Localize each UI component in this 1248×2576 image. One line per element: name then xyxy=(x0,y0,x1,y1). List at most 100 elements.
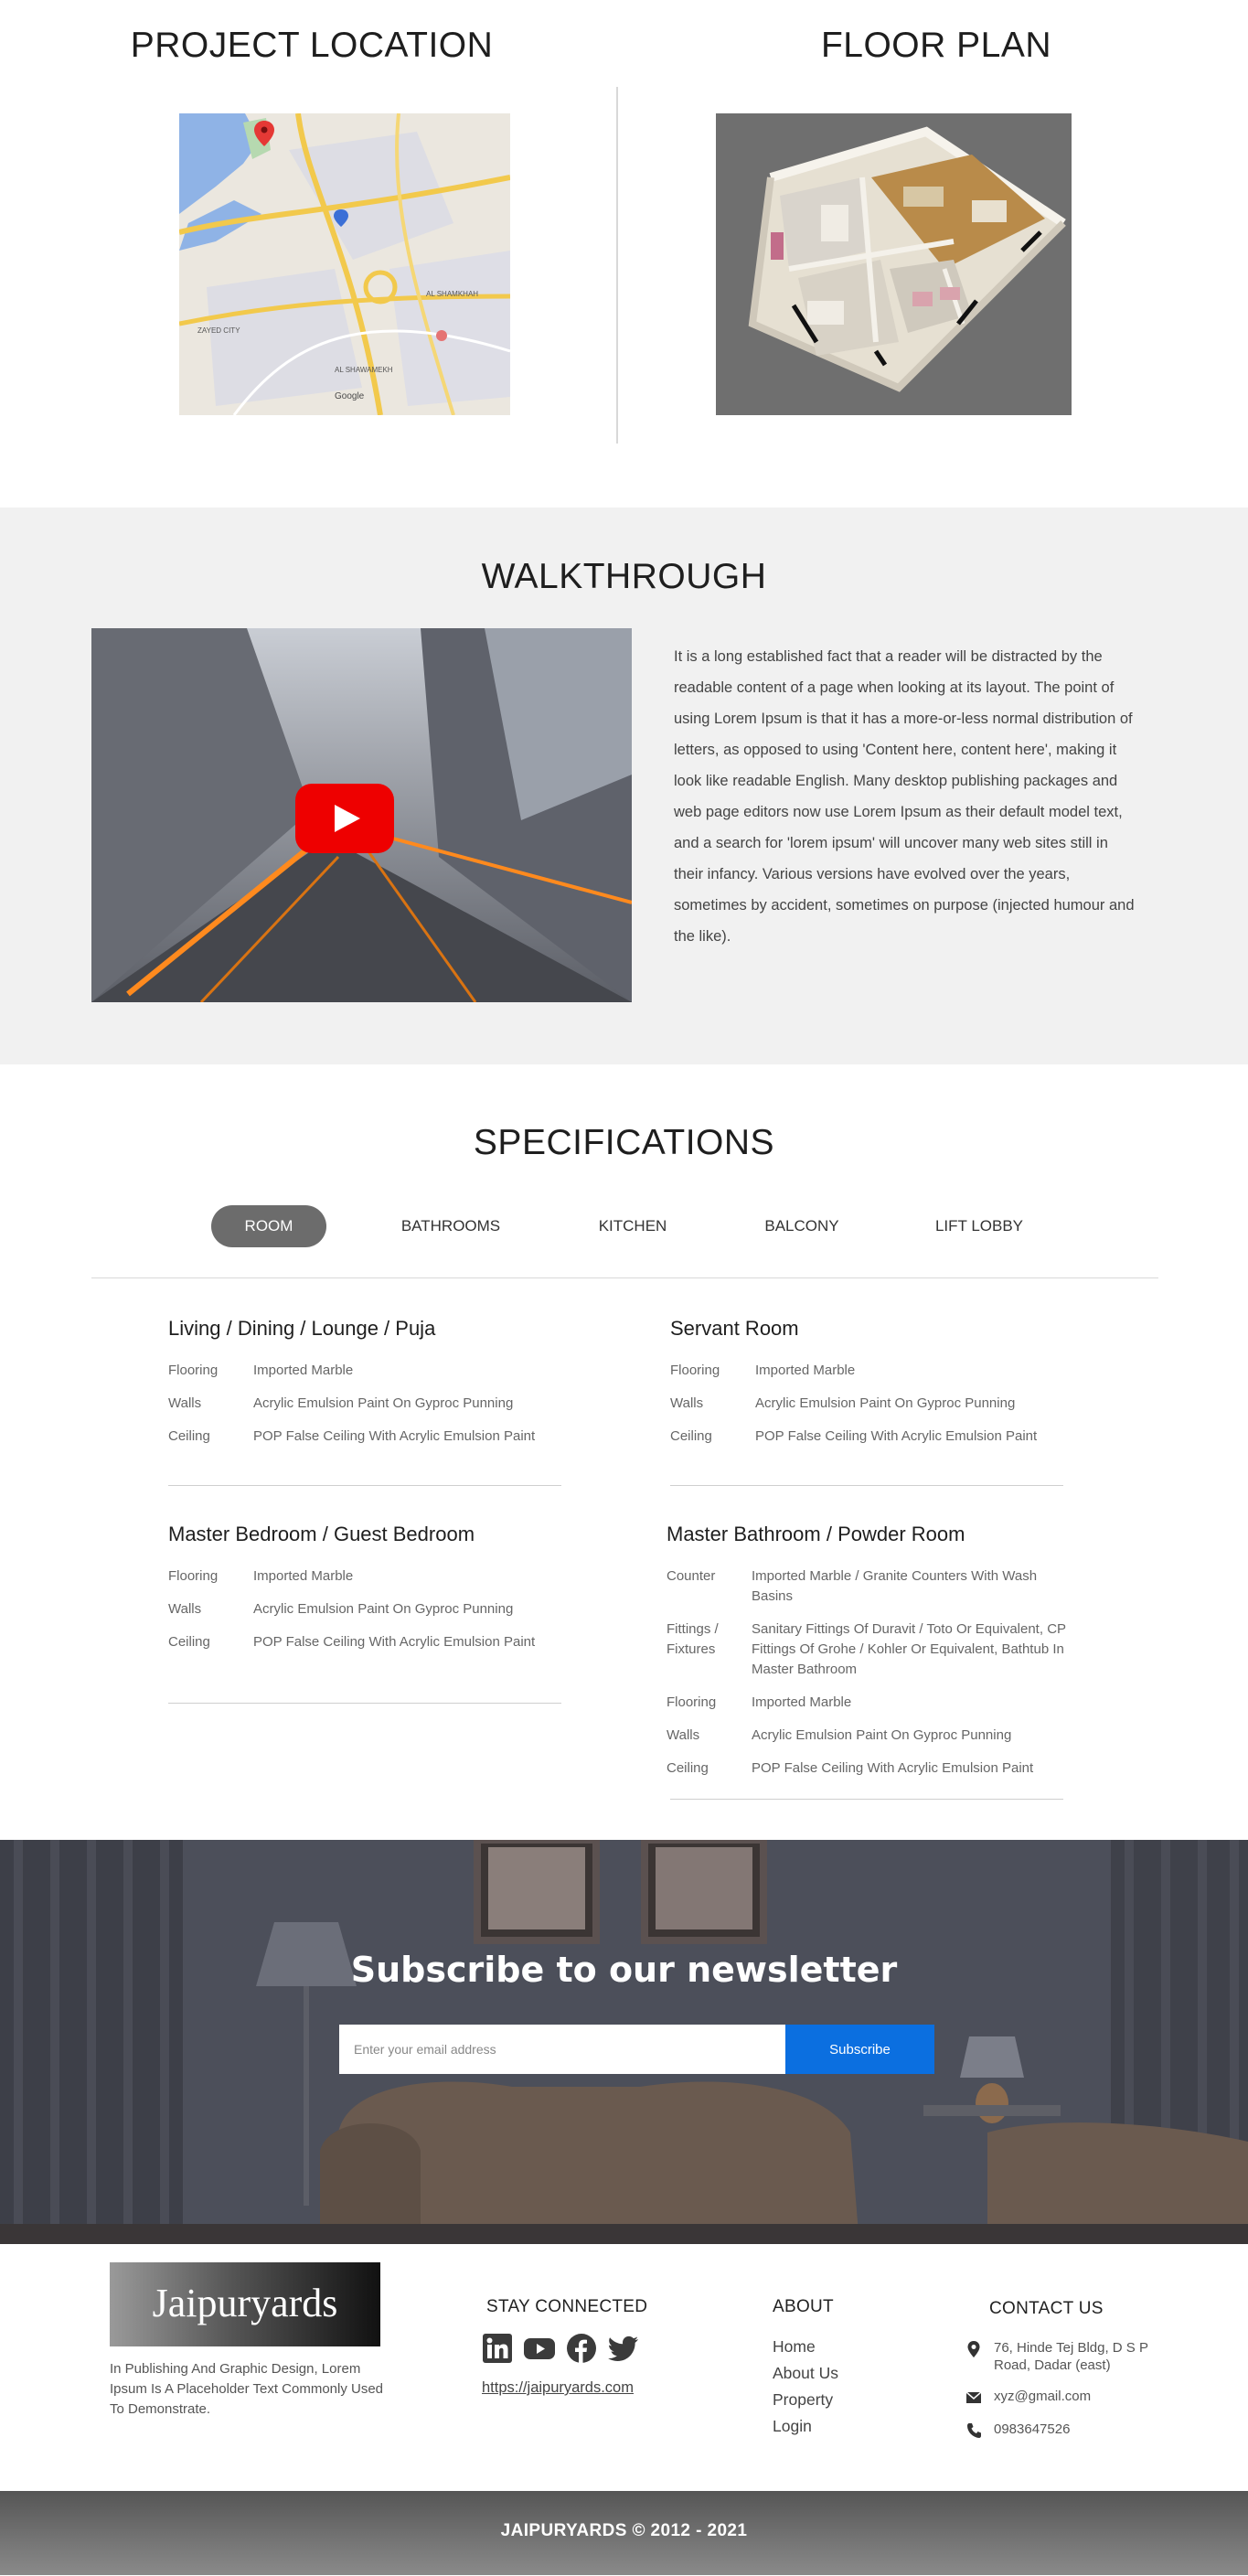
spec-key: Ceiling xyxy=(168,1634,210,1650)
spec-key: Ceiling xyxy=(667,1760,709,1776)
stay-connected-heading: STAY CONNECTED xyxy=(486,2297,648,2316)
walkthrough-description: It is a long established fact that a rea… xyxy=(674,648,1135,945)
spec-divider xyxy=(670,1485,1063,1486)
social-icons xyxy=(482,2334,639,2363)
spec-value: Imported Marble xyxy=(752,1694,852,1710)
facebook-icon[interactable] xyxy=(566,2334,597,2363)
spec-row: Walls Acrylic Emulsion Paint On Gyproc P… xyxy=(667,1726,1078,1746)
tab-room[interactable]: ROOM xyxy=(211,1205,326,1247)
spec-key: Counter xyxy=(667,1568,716,1584)
column-divider xyxy=(616,87,618,444)
svg-text:ZAYED CITY: ZAYED CITY xyxy=(197,326,240,335)
spec-value: Sanitary Fittings Of Duravit / Toto Or E… xyxy=(752,1621,1066,1677)
spec-block-title: Master Bathroom / Powder Room xyxy=(667,1523,965,1545)
spec-row: Ceiling POP False Ceiling With Acrylic E… xyxy=(667,1758,1078,1779)
spec-value: Acrylic Emulsion Paint On Gyproc Punning xyxy=(253,1601,514,1617)
spec-divider xyxy=(168,1703,561,1704)
floor-plan-image[interactable] xyxy=(716,113,1072,415)
tab-lift-lobby[interactable]: LIFT LOBBY xyxy=(933,1205,1026,1247)
spec-value: Acrylic Emulsion Paint On Gyproc Punning xyxy=(755,1395,1016,1411)
spec-key: Ceiling xyxy=(670,1428,712,1444)
spec-row: Ceiling POP False Ceiling With Acrylic E… xyxy=(670,1427,1063,1447)
youtube-play-icon[interactable] xyxy=(295,784,394,853)
footer: Jaipuryards In Publishing And Graphic De… xyxy=(0,2244,1248,2491)
spec-block-bathroom: Master Bathroom / Powder Room Counter Im… xyxy=(667,1523,1078,1791)
newsletter-email-input[interactable] xyxy=(339,2025,785,2074)
contact-email: xyz@gmail.com xyxy=(966,2388,1091,2406)
contact-address: 76, Hinde Tej Bldg, D S P Road, Dadar (e… xyxy=(966,2339,1149,2374)
spec-row: Ceiling POP False Ceiling With Acrylic E… xyxy=(168,1427,561,1447)
svg-text:AL SHAMKHAH: AL SHAMKHAH xyxy=(426,290,478,298)
spec-row: Flooring Imported Marble xyxy=(168,1361,561,1381)
spec-value: Imported Marble xyxy=(755,1363,856,1378)
spec-key: Flooring xyxy=(670,1363,720,1378)
spec-divider xyxy=(670,1799,1063,1800)
footer-link-property[interactable]: Property xyxy=(773,2387,838,2413)
spec-row: Walls Acrylic Emulsion Paint On Gyproc P… xyxy=(670,1394,1063,1414)
spec-key: Walls xyxy=(667,1727,700,1743)
spec-key: Flooring xyxy=(168,1568,219,1584)
spec-row: Flooring Imported Marble xyxy=(168,1566,561,1587)
spec-tabs: ROOM BATHROOMS KITCHEN BALCONY LIFT LOBB… xyxy=(0,1205,1248,1247)
floor-plan-title: FLOOR PLAN xyxy=(820,26,1052,65)
spec-key: Flooring xyxy=(168,1363,219,1378)
spec-key: Ceiling xyxy=(168,1428,210,1444)
spec-block-servant: Servant Room Flooring Imported Marble Wa… xyxy=(670,1317,1063,1459)
contact-phone-text[interactable]: 0983647526 xyxy=(994,2421,1070,2439)
spec-value: Imported Marble xyxy=(253,1568,354,1584)
video-thumbnail[interactable] xyxy=(91,628,632,1002)
tab-bathrooms[interactable]: BATHROOMS xyxy=(400,1205,502,1247)
spec-value: Imported Marble / Granite Counters With … xyxy=(752,1568,1038,1604)
contact-phone: 0983647526 xyxy=(966,2421,1070,2439)
spec-value: POP False Ceiling With Acrylic Emulsion … xyxy=(755,1428,1038,1444)
linkedin-icon[interactable] xyxy=(482,2334,513,2363)
logo-text: Jaipuryards xyxy=(152,2281,338,2325)
spec-value: Acrylic Emulsion Paint On Gyproc Punning xyxy=(752,1727,1012,1743)
location-column: PROJECT LOCATION xyxy=(0,0,624,66)
spec-row: Flooring Imported Marble xyxy=(670,1361,1063,1381)
site-logo[interactable]: Jaipuryards xyxy=(110,2262,380,2346)
footer-link-about-us[interactable]: About Us xyxy=(773,2360,838,2387)
walkthrough-title: WALKTHROUGH xyxy=(481,557,767,596)
spec-row: Ceiling POP False Ceiling With Acrylic E… xyxy=(168,1632,561,1652)
spec-block-title: Living / Dining / Lounge / Puja xyxy=(168,1317,436,1340)
footer-link-home[interactable]: Home xyxy=(773,2334,838,2360)
floorplan-column: FLOOR PLAN xyxy=(624,0,1248,66)
subscribe-button[interactable]: Subscribe xyxy=(785,2025,934,2074)
project-location-title: PROJECT LOCATION xyxy=(130,26,494,65)
tab-balcony[interactable]: BALCONY xyxy=(761,1205,843,1247)
twitter-icon[interactable] xyxy=(608,2334,639,2363)
footer-link-login[interactable]: Login xyxy=(773,2413,838,2440)
site-url-link[interactable]: https://jaipuryards.com xyxy=(482,2379,634,2397)
tabs-divider xyxy=(91,1277,1158,1278)
footer-description: In Publishing And Graphic Design, Lorem … xyxy=(110,2361,384,2417)
svg-text:AL SHAWAMEKH: AL SHAWAMEKH xyxy=(335,366,393,374)
tab-kitchen[interactable]: KITCHEN xyxy=(594,1205,671,1247)
specifications-section: SPECIFICATIONS ROOM BATHROOMS KITCHEN BA… xyxy=(0,1064,1248,1840)
youtube-icon[interactable] xyxy=(524,2334,555,2363)
spec-value: POP False Ceiling With Acrylic Emulsion … xyxy=(253,1428,536,1444)
location-pin-icon xyxy=(967,2341,980,2357)
about-heading: ABOUT xyxy=(773,2297,834,2316)
newsletter-section: Subscribe to our newsletter Subscribe xyxy=(0,1840,1248,2244)
copyright-text: JAIPURYARDS © 2012 - 2021 xyxy=(500,2521,748,2540)
spec-key: Fittings / Fixtures xyxy=(667,1621,719,1657)
spec-row: Counter Imported Marble / Granite Counte… xyxy=(667,1566,1078,1607)
spec-value: Imported Marble xyxy=(253,1363,354,1378)
envelope-icon xyxy=(966,2391,981,2403)
svg-text:Google: Google xyxy=(335,391,365,401)
spec-key: Walls xyxy=(670,1395,704,1411)
contact-email-text[interactable]: xyz@gmail.com xyxy=(994,2388,1091,2406)
map-image[interactable]: AL SHAMKHAH ZAYED CITY AL SHAWAMEKH Goog… xyxy=(179,113,510,415)
spec-value: POP False Ceiling With Acrylic Emulsion … xyxy=(253,1634,536,1650)
phone-icon xyxy=(967,2423,981,2438)
spec-divider xyxy=(168,1485,561,1486)
spec-block-living: Living / Dining / Lounge / Puja Flooring… xyxy=(168,1317,561,1459)
spec-key: Walls xyxy=(168,1601,202,1617)
location-floorplan-section: PROJECT LOCATION FLOOR PLAN AL SHAMKHAH … xyxy=(0,0,1248,508)
spec-value: POP False Ceiling With Acrylic Emulsion … xyxy=(752,1760,1034,1776)
newsletter-title: Subscribe to our newsletter xyxy=(350,1950,898,1990)
spec-row: Walls Acrylic Emulsion Paint On Gyproc P… xyxy=(168,1394,561,1414)
spec-row: Fittings / Fixtures Sanitary Fittings Of… xyxy=(667,1619,1078,1680)
spec-key: Flooring xyxy=(667,1694,717,1710)
